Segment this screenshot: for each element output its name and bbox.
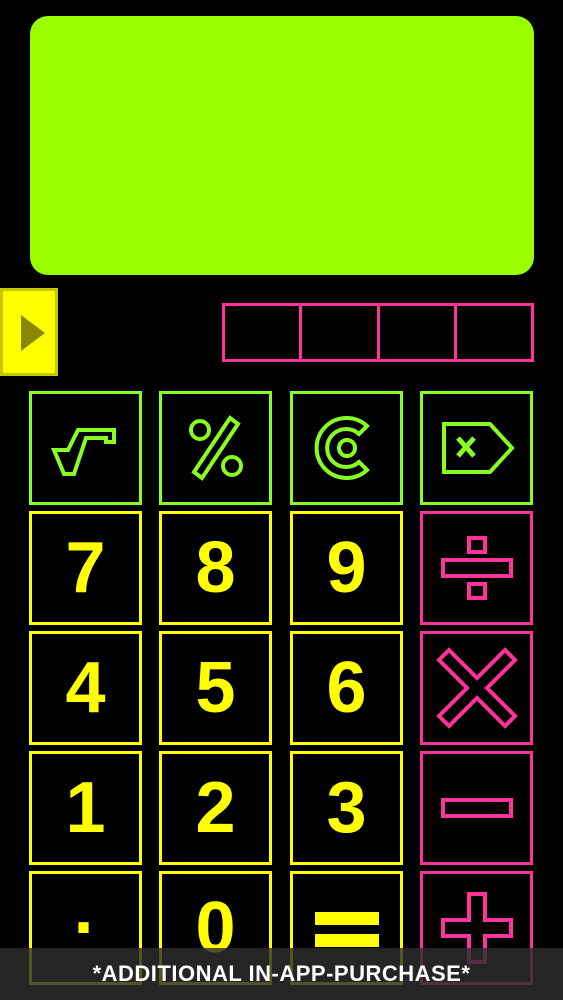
digit-4-button[interactable]: 4 [29,631,142,745]
square-root-button[interactable] [29,391,142,505]
percent-button[interactable] [159,391,272,505]
digit-7-button[interactable]: 7 [29,511,142,625]
square-root-icon [50,428,116,476]
memory-slot[interactable] [453,303,534,362]
memory-slot[interactable] [222,303,303,362]
digit-6-button[interactable]: 6 [290,631,403,745]
digit-label: 7 [65,528,106,608]
digit-9-button[interactable]: 9 [290,511,403,625]
digit-label: 1 [65,768,106,848]
multiply-icon [435,647,518,729]
digit-label: 9 [326,528,367,608]
memory-slot[interactable] [299,303,380,362]
memory-slots [222,303,534,362]
digit-label: 2 [195,768,236,848]
clear-icon [314,416,370,480]
memory-slot[interactable] [376,303,457,362]
multiply-button[interactable] [420,631,533,745]
purchase-banner-text: *ADDITIONAL IN-APP-PURCHASE* [92,961,471,986]
side-panel-toggle-button[interactable] [0,288,58,376]
digit-label: 8 [195,528,236,608]
percent-icon [188,415,243,481]
digit-label: 6 [326,648,367,728]
backspace-button[interactable] [420,391,533,505]
digit-label: 5 [195,648,236,728]
clear-button[interactable] [290,391,403,505]
digit-5-button[interactable]: 5 [159,631,272,745]
digit-label: 3 [326,768,367,848]
digit-3-button[interactable]: 3 [290,751,403,865]
minus-icon [440,798,513,818]
digit-label: 4 [65,648,106,728]
minus-button[interactable] [420,751,533,865]
backspace-icon [441,422,515,474]
calculator-display [30,16,534,275]
divide-icon [440,536,513,600]
digit-8-button[interactable]: 8 [159,511,272,625]
divide-button[interactable] [420,511,533,625]
play-arrow-icon [21,315,45,351]
digit-2-button[interactable]: 2 [159,751,272,865]
digit-1-button[interactable]: 1 [29,751,142,865]
purchase-banner: *ADDITIONAL IN-APP-PURCHASE* [0,948,563,1000]
